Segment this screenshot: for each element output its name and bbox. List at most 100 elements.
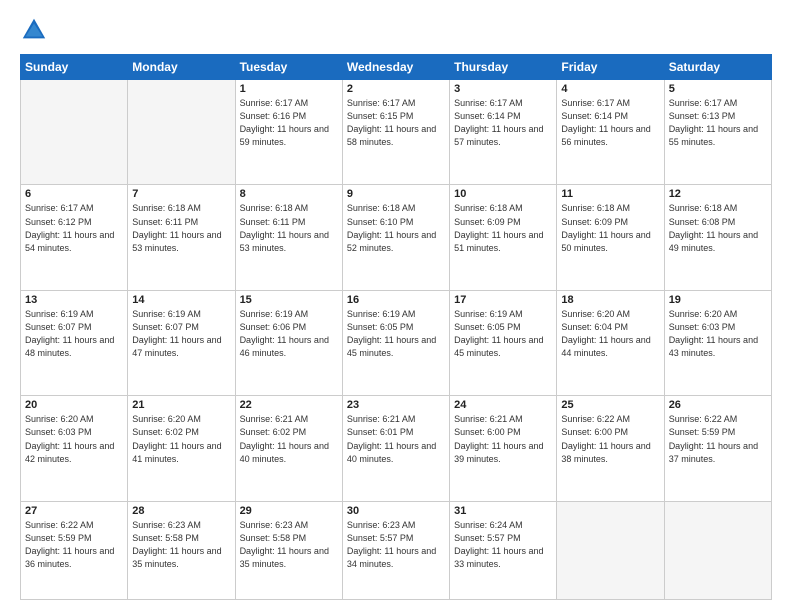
cell-info: Sunrise: 6:18 AMSunset: 6:09 PMDaylight:…: [454, 202, 552, 254]
day-number: 18: [561, 294, 659, 306]
day-number: 23: [347, 399, 445, 411]
calendar-cell: 9Sunrise: 6:18 AMSunset: 6:10 PMDaylight…: [342, 185, 449, 290]
cell-info: Sunrise: 6:19 AMSunset: 6:07 PMDaylight:…: [132, 308, 230, 360]
calendar-cell: 4Sunrise: 6:17 AMSunset: 6:14 PMDaylight…: [557, 80, 664, 185]
day-number: 1: [240, 83, 338, 95]
cell-info: Sunrise: 6:17 AMSunset: 6:12 PMDaylight:…: [25, 202, 123, 254]
calendar-cell: 18 Sunrise: 6:20 AMSunset: 6:04 PMDayligh…: [557, 290, 664, 395]
cell-info: Sunrise: 6:21 AMSunset: 6:00 PMDaylight:…: [454, 413, 552, 465]
day-number: 21: [132, 399, 230, 411]
calendar-week-4: 20 Sunrise: 6:20 AMSunset: 6:03 PMDayligh…: [21, 396, 772, 501]
day-number: 15: [240, 294, 338, 306]
calendar-cell: 15 Sunrise: 6:19 AMSunset: 6:06 PMDayligh…: [235, 290, 342, 395]
day-number: 31: [454, 505, 552, 517]
day-number: 29: [240, 505, 338, 517]
day-number: 3: [454, 83, 552, 95]
calendar-cell: 5 Sunrise: 6:17 AMSunset: 6:13 PMDaylight…: [664, 80, 771, 185]
calendar-cell: 27 Sunrise: 6:22 AMSunset: 5:59 PMDayligh…: [21, 501, 128, 599]
logo: [20, 16, 52, 44]
day-number: 16: [347, 294, 445, 306]
day-header-monday: Monday: [128, 55, 235, 80]
calendar-cell: [557, 501, 664, 599]
cell-info: Sunrise: 6:23 AMSunset: 5:58 PMDaylight:…: [132, 519, 230, 571]
day-number: 13: [25, 294, 123, 306]
logo-icon: [20, 16, 48, 44]
cell-info: Sunrise: 6:23 AMSunset: 5:58 PMDaylight:…: [240, 519, 338, 571]
day-number: 20: [25, 399, 123, 411]
calendar-cell: 14Sunrise: 6:19 AMSunset: 6:07 PMDayligh…: [128, 290, 235, 395]
day-number: 19: [669, 294, 767, 306]
day-number: 12: [669, 188, 767, 200]
day-header-sunday: Sunday: [21, 55, 128, 80]
cell-info: Sunrise: 6:17 AMSunset: 6:13 PMDaylight:…: [669, 97, 767, 149]
day-number: 2: [347, 83, 445, 95]
cell-info: Sunrise: 6:21 AMSunset: 6:01 PMDaylight:…: [347, 413, 445, 465]
cell-info: Sunrise: 6:21 AMSunset: 6:02 PMDaylight:…: [240, 413, 338, 465]
cell-info: Sunrise: 6:22 AMSunset: 5:59 PMDaylight:…: [669, 413, 767, 465]
cell-info: Sunrise: 6:22 AMSunset: 5:59 PMDaylight:…: [25, 519, 123, 571]
calendar-week-5: 27 Sunrise: 6:22 AMSunset: 5:59 PMDayligh…: [21, 501, 772, 599]
day-number: 6: [25, 188, 123, 200]
cell-info: Sunrise: 6:18 AMSunset: 6:11 PMDaylight:…: [240, 202, 338, 254]
calendar-cell: 22 Sunrise: 6:21 AMSunset: 6:02 PMDayligh…: [235, 396, 342, 501]
calendar-header-row: SundayMondayTuesdayWednesdayThursdayFrid…: [21, 55, 772, 80]
calendar-cell: 6 Sunrise: 6:17 AMSunset: 6:12 PMDaylight…: [21, 185, 128, 290]
day-header-tuesday: Tuesday: [235, 55, 342, 80]
calendar-cell: 12 Sunrise: 6:18 AMSunset: 6:08 PMDayligh…: [664, 185, 771, 290]
day-number: 11: [561, 188, 659, 200]
calendar-cell: 16 Sunrise: 6:19 AMSunset: 6:05 PMDayligh…: [342, 290, 449, 395]
cell-info: Sunrise: 6:19 AMSunset: 6:06 PMDaylight:…: [240, 308, 338, 360]
day-number: 7: [132, 188, 230, 200]
calendar-cell: 1 Sunrise: 6:17 AMSunset: 6:16 PMDaylight…: [235, 80, 342, 185]
day-number: 30: [347, 505, 445, 517]
day-number: 5: [669, 83, 767, 95]
day-number: 22: [240, 399, 338, 411]
calendar-week-2: 6 Sunrise: 6:17 AMSunset: 6:12 PMDaylight…: [21, 185, 772, 290]
day-number: 25: [561, 399, 659, 411]
day-header-saturday: Saturday: [664, 55, 771, 80]
day-number: 17: [454, 294, 552, 306]
cell-info: Sunrise: 6:18 AMSunset: 6:08 PMDaylight:…: [669, 202, 767, 254]
cell-info: Sunrise: 6:17 AMSunset: 6:15 PMDaylight:…: [347, 97, 445, 149]
day-number: 26: [669, 399, 767, 411]
calendar-cell: 26 Sunrise: 6:22 AMSunset: 5:59 PMDayligh…: [664, 396, 771, 501]
cell-info: Sunrise: 6:17 AMSunset: 6:14 PMDaylight:…: [561, 97, 659, 149]
cell-info: Sunrise: 6:20 AMSunset: 6:03 PMDaylight:…: [669, 308, 767, 360]
cell-info: Sunrise: 6:17 AMSunset: 6:16 PMDaylight:…: [240, 97, 338, 149]
cell-info: Sunrise: 6:19 AMSunset: 6:05 PMDaylight:…: [347, 308, 445, 360]
day-header-friday: Friday: [557, 55, 664, 80]
calendar-cell: 21 Sunrise: 6:20 AMSunset: 6:02 PMDayligh…: [128, 396, 235, 501]
calendar-week-3: 13 Sunrise: 6:19 AMSunset: 6:07 PMDayligh…: [21, 290, 772, 395]
calendar-cell: 13 Sunrise: 6:19 AMSunset: 6:07 PMDayligh…: [21, 290, 128, 395]
calendar-cell: 10 Sunrise: 6:18 AMSunset: 6:09 PMDayligh…: [450, 185, 557, 290]
header: [20, 16, 772, 44]
calendar-cell: 28 Sunrise: 6:23 AMSunset: 5:58 PMDayligh…: [128, 501, 235, 599]
cell-info: Sunrise: 6:20 AMSunset: 6:02 PMDaylight:…: [132, 413, 230, 465]
day-number: 28: [132, 505, 230, 517]
page: SundayMondayTuesdayWednesdayThursdayFrid…: [0, 0, 792, 612]
calendar-cell: 17 Sunrise: 6:19 AMSunset: 6:05 PMDayligh…: [450, 290, 557, 395]
calendar-cell: 20 Sunrise: 6:20 AMSunset: 6:03 PMDayligh…: [21, 396, 128, 501]
calendar-cell: 23 Sunrise: 6:21 AMSunset: 6:01 PMDayligh…: [342, 396, 449, 501]
day-header-thursday: Thursday: [450, 55, 557, 80]
day-number: 27: [25, 505, 123, 517]
calendar-cell: 11Sunrise: 6:18 AMSunset: 6:09 PMDayligh…: [557, 185, 664, 290]
calendar-cell: 7 Sunrise: 6:18 AMSunset: 6:11 PMDaylight…: [128, 185, 235, 290]
calendar-cell: 8Sunrise: 6:18 AMSunset: 6:11 PMDaylight…: [235, 185, 342, 290]
day-number: 24: [454, 399, 552, 411]
calendar-table: SundayMondayTuesdayWednesdayThursdayFrid…: [20, 54, 772, 600]
cell-info: Sunrise: 6:19 AMSunset: 6:05 PMDaylight:…: [454, 308, 552, 360]
cell-info: Sunrise: 6:18 AMSunset: 6:10 PMDaylight:…: [347, 202, 445, 254]
calendar-week-1: 1 Sunrise: 6:17 AMSunset: 6:16 PMDaylight…: [21, 80, 772, 185]
calendar-cell: 29 Sunrise: 6:23 AMSunset: 5:58 PMDayligh…: [235, 501, 342, 599]
day-number: 10: [454, 188, 552, 200]
cell-info: Sunrise: 6:24 AMSunset: 5:57 PMDaylight:…: [454, 519, 552, 571]
calendar-cell: 30 Sunrise: 6:23 AMSunset: 5:57 PMDayligh…: [342, 501, 449, 599]
cell-info: Sunrise: 6:20 AMSunset: 6:03 PMDaylight:…: [25, 413, 123, 465]
calendar-cell: 31 Sunrise: 6:24 AMSunset: 5:57 PMDayligh…: [450, 501, 557, 599]
calendar-cell: 19 Sunrise: 6:20 AMSunset: 6:03 PMDayligh…: [664, 290, 771, 395]
cell-info: Sunrise: 6:19 AMSunset: 6:07 PMDaylight:…: [25, 308, 123, 360]
cell-info: Sunrise: 6:18 AMSunset: 6:11 PMDaylight:…: [132, 202, 230, 254]
cell-info: Sunrise: 6:23 AMSunset: 5:57 PMDaylight:…: [347, 519, 445, 571]
cell-info: Sunrise: 6:20 AMSunset: 6:04 PMDaylight:…: [561, 308, 659, 360]
